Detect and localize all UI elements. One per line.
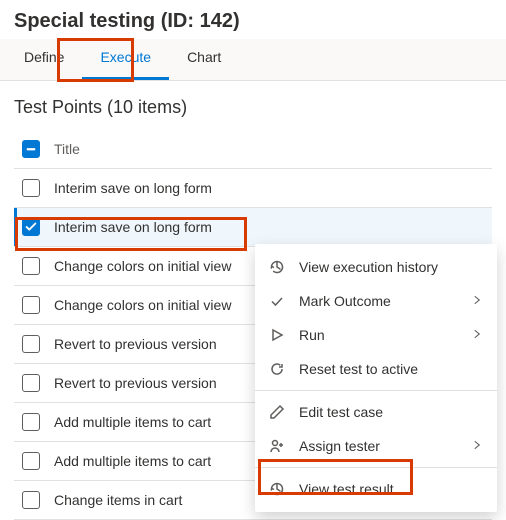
row-checkbox[interactable] — [22, 257, 40, 275]
row-checkbox[interactable] — [22, 452, 40, 470]
chevron-right-icon — [471, 293, 483, 309]
menu-item-assign-tester[interactable]: Assign tester — [255, 429, 497, 463]
reset-icon — [269, 361, 285, 377]
menu-divider — [255, 467, 497, 468]
edit-icon — [269, 404, 285, 420]
row-checkbox[interactable] — [22, 374, 40, 392]
row-title: Revert to previous version — [54, 336, 217, 352]
row-title: Revert to previous version — [54, 375, 217, 391]
menu-item-mark-outcome[interactable]: Mark Outcome — [255, 284, 497, 318]
assign-icon — [269, 438, 285, 454]
row-checkbox[interactable] — [22, 218, 40, 236]
row-title: Change colors on initial view — [54, 297, 231, 313]
menu-divider — [255, 390, 497, 391]
chevron-right-icon — [471, 438, 483, 454]
menu-item-label: Reset test to active — [299, 361, 483, 377]
menu-item-reset-test-to-active[interactable]: Reset test to active — [255, 352, 497, 386]
selection-marker — [14, 208, 17, 246]
table-row[interactable]: Interim save on long form — [14, 169, 492, 208]
play-icon — [269, 327, 285, 343]
list-title: Test Points (10 items) — [14, 97, 492, 118]
row-checkbox[interactable] — [22, 413, 40, 431]
row-title: Change colors on initial view — [54, 258, 231, 274]
row-checkbox[interactable] — [22, 491, 40, 509]
select-all-checkbox[interactable] — [22, 140, 40, 158]
chevron-right-icon — [471, 327, 483, 343]
menu-item-label: View test result — [299, 481, 483, 497]
menu-item-label: Edit test case — [299, 404, 483, 420]
page-title: Special testing (ID: 142) — [0, 0, 506, 39]
context-menu: View execution history Mark Outcome Run Res… — [255, 244, 497, 512]
menu-item-label: Run — [299, 327, 457, 343]
list-header: Title — [14, 134, 492, 169]
row-checkbox[interactable] — [22, 335, 40, 353]
menu-item-run[interactable]: Run — [255, 318, 497, 352]
menu-item-label: Mark Outcome — [299, 293, 457, 309]
menu-item-view-execution-history[interactable]: View execution history — [255, 250, 497, 284]
tab-chart[interactable]: Chart — [169, 39, 239, 80]
row-checkbox[interactable] — [22, 179, 40, 197]
row-title: Interim save on long form — [54, 180, 212, 196]
tab-define[interactable]: Define — [6, 39, 82, 80]
row-title: Change items in cart — [54, 492, 182, 508]
menu-item-label: View execution history — [299, 259, 483, 275]
row-title: Interim save on long form — [54, 219, 212, 235]
menu-item-view-test-result[interactable]: View test result — [255, 472, 497, 506]
row-checkbox[interactable] — [22, 296, 40, 314]
menu-item-edit-test-case[interactable]: Edit test case — [255, 395, 497, 429]
menu-item-label: Assign tester — [299, 438, 457, 454]
row-title: Add multiple items to cart — [54, 453, 211, 469]
table-row[interactable]: Interim save on long form — [14, 208, 492, 247]
history-icon — [269, 259, 285, 275]
check-icon — [269, 293, 285, 309]
column-header-title[interactable]: Title — [54, 141, 80, 157]
tab-bar: Define Execute Chart — [0, 39, 506, 81]
history-icon — [269, 481, 285, 497]
tab-execute[interactable]: Execute — [82, 39, 169, 80]
row-title: Add multiple items to cart — [54, 414, 211, 430]
